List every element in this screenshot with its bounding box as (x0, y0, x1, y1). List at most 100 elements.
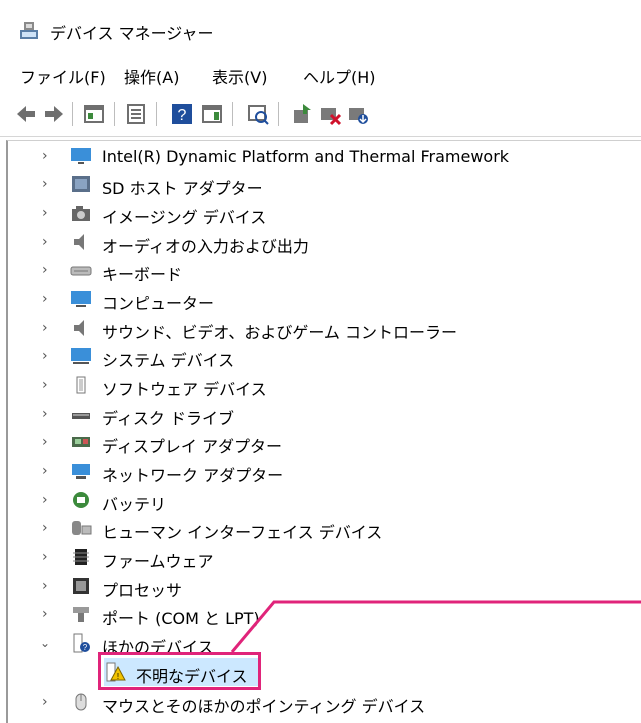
tree-item-unknown-device[interactable]: ! 不明なデバイス (0, 658, 630, 686)
tree-item-label: ヒューマン インターフェイス デバイス (102, 523, 383, 542)
chevron-right-icon[interactable]: › (42, 149, 56, 163)
tree-item-system-devices[interactable]: › システム デバイス (0, 342, 630, 370)
tree-item-network-adapters[interactable]: › ネットワーク アダプター (0, 457, 630, 485)
tree-item-label: ネットワーク アダプター (102, 466, 284, 485)
monitor-icon (71, 148, 91, 164)
menu-help[interactable]: ヘルプ(H) (303, 64, 376, 88)
tree-item-other-devices[interactable]: ⌄ ? ほかのデバイス (0, 629, 630, 657)
toolbar-separator (232, 102, 233, 126)
chevron-right-icon[interactable]: › (42, 263, 56, 277)
chevron-right-icon[interactable]: › (42, 579, 56, 593)
tree-item-intel-dptf[interactable]: › Intel(R) Dynamic Platform and Thermal … (0, 142, 630, 170)
tree-item-mice[interactable]: › マウスとそのほかのポインティング デバイス (0, 688, 630, 716)
tree-item-label: SD ホスト アダプター (102, 179, 263, 198)
chevron-right-icon[interactable]: › (42, 464, 56, 478)
tree-item-ports[interactable]: › ポート (COM と LPT) (0, 600, 630, 628)
chevron-down-icon[interactable]: ⌄ (40, 636, 54, 650)
disk-drive-icon (72, 413, 90, 419)
tree-item-sound-video-game[interactable]: › サウンド、ビデオ、およびゲーム コントローラー (0, 314, 630, 342)
tree-item-label: キーボード (102, 265, 183, 284)
chevron-right-icon[interactable]: › (42, 435, 56, 449)
system-device-icon (71, 348, 91, 364)
menu-action[interactable]: 操作(A) (124, 64, 179, 88)
computer-icon (71, 291, 91, 307)
tree-item-label: コンピューター (102, 294, 215, 313)
tree-item-computer[interactable]: › コンピューター (0, 285, 630, 313)
chevron-right-icon[interactable]: › (42, 493, 56, 507)
tree-item-display-adapters[interactable]: › ディスプレイ アダプター (0, 428, 630, 456)
tree-item-label: イメージング デバイス (102, 208, 267, 227)
other-devices-icon: ? (73, 633, 90, 653)
keyboard-icon (70, 266, 92, 276)
chevron-right-icon[interactable]: › (42, 521, 56, 535)
tree-item-batteries[interactable]: › バッテリ (0, 486, 630, 514)
console-tree-icon[interactable] (124, 102, 148, 126)
forward-arrow-icon[interactable] (42, 102, 66, 126)
chevron-right-icon[interactable]: › (42, 321, 56, 335)
tree-item-label: バッテリ (102, 495, 167, 514)
tree-item-sd-host-adapter[interactable]: › SD ホスト アダプター (0, 170, 630, 198)
help-icon[interactable]: ? (170, 102, 194, 126)
back-arrow-icon[interactable] (14, 102, 38, 126)
svg-text:?: ? (83, 643, 88, 652)
device-manager-icon (20, 22, 38, 39)
chevron-right-icon[interactable]: › (42, 550, 56, 564)
toolbar-separator (278, 102, 279, 126)
software-device-icon (76, 376, 86, 394)
processor-icon (73, 578, 89, 594)
tree-item-label: サウンド、ビデオ、およびゲーム コントローラー (102, 323, 458, 342)
chevron-right-icon[interactable]: › (42, 206, 56, 220)
tree-item-label: ディスプレイ アダプター (102, 437, 282, 456)
tree-item-label: ポート (COM と LPT) (102, 609, 260, 628)
tree-item-label: システム デバイス (102, 351, 235, 370)
toolbar: ? (0, 92, 641, 137)
tree-item-disk-drives[interactable]: › ディスク ドライブ (0, 400, 630, 428)
hid-icon (72, 521, 92, 535)
network-adapter-icon (72, 464, 90, 479)
update-driver-icon[interactable] (290, 102, 314, 126)
uninstall-device-icon[interactable] (346, 102, 370, 126)
window-title: デバイス マネージャー (50, 24, 214, 43)
battery-icon (73, 492, 89, 508)
tree-item-processors[interactable]: › プロセッサ (0, 572, 630, 600)
camera-icon (72, 206, 90, 221)
chevron-right-icon[interactable]: › (42, 607, 56, 621)
firmware-icon (73, 549, 89, 565)
chevron-right-icon[interactable]: › (42, 695, 56, 709)
sd-host-adapter-icon (72, 176, 90, 192)
tree-item-human-interface-devices[interactable]: › ヒューマン インターフェイス デバイス (0, 514, 630, 542)
disable-device-icon[interactable] (318, 102, 342, 126)
chevron-right-icon[interactable]: › (42, 177, 56, 191)
toolbar-separator (156, 102, 157, 126)
tree-item-label: オーディオの入力および出力 (102, 237, 309, 256)
chevron-right-icon[interactable]: › (42, 349, 56, 363)
tree-item-label: ソフトウェア デバイス (102, 380, 267, 399)
mouse-icon (75, 693, 87, 711)
menu-view[interactable]: 表示(V) (212, 64, 267, 88)
tree-item-label: ディスク ドライブ (102, 409, 234, 428)
menu-bar: ファイル(F) 操作(A) 表示(V) ヘルプ(H) (0, 56, 641, 92)
tree-item-label: Intel(R) Dynamic Platform and Thermal Fr… (102, 147, 510, 166)
speaker-icon (74, 320, 84, 336)
chevron-right-icon[interactable]: › (42, 235, 56, 249)
chevron-right-icon[interactable]: › (42, 407, 56, 421)
speaker-icon (74, 234, 84, 250)
tree-item-label: プロセッサ (102, 581, 183, 600)
svg-text:?: ? (178, 107, 187, 124)
title-bar: デバイス マネージャー (0, 0, 641, 56)
tree-item-label: マウスとそのほかのポインティング デバイス (102, 697, 426, 716)
action-pane-icon[interactable] (200, 102, 224, 126)
chevron-right-icon[interactable]: › (42, 292, 56, 306)
port-icon (73, 607, 89, 622)
menu-file[interactable]: ファイル(F) (20, 64, 106, 88)
chevron-right-icon[interactable]: › (42, 378, 56, 392)
tree-item-audio-inputs-outputs[interactable]: › オーディオの入力および出力 (0, 228, 630, 256)
display-adapter-icon (72, 437, 90, 447)
tree-item-keyboards[interactable]: › キーボード (0, 256, 630, 284)
tree-item-imaging-devices[interactable]: › イメージング デバイス (0, 199, 630, 227)
properties-grid-icon[interactable] (82, 102, 106, 126)
tree-item-label: ファームウェア (102, 552, 214, 571)
tree-item-firmware[interactable]: › ファームウェア (0, 543, 630, 571)
scan-hardware-icon[interactable] (246, 102, 270, 126)
tree-item-software-devices[interactable]: › ソフトウェア デバイス (0, 371, 630, 399)
